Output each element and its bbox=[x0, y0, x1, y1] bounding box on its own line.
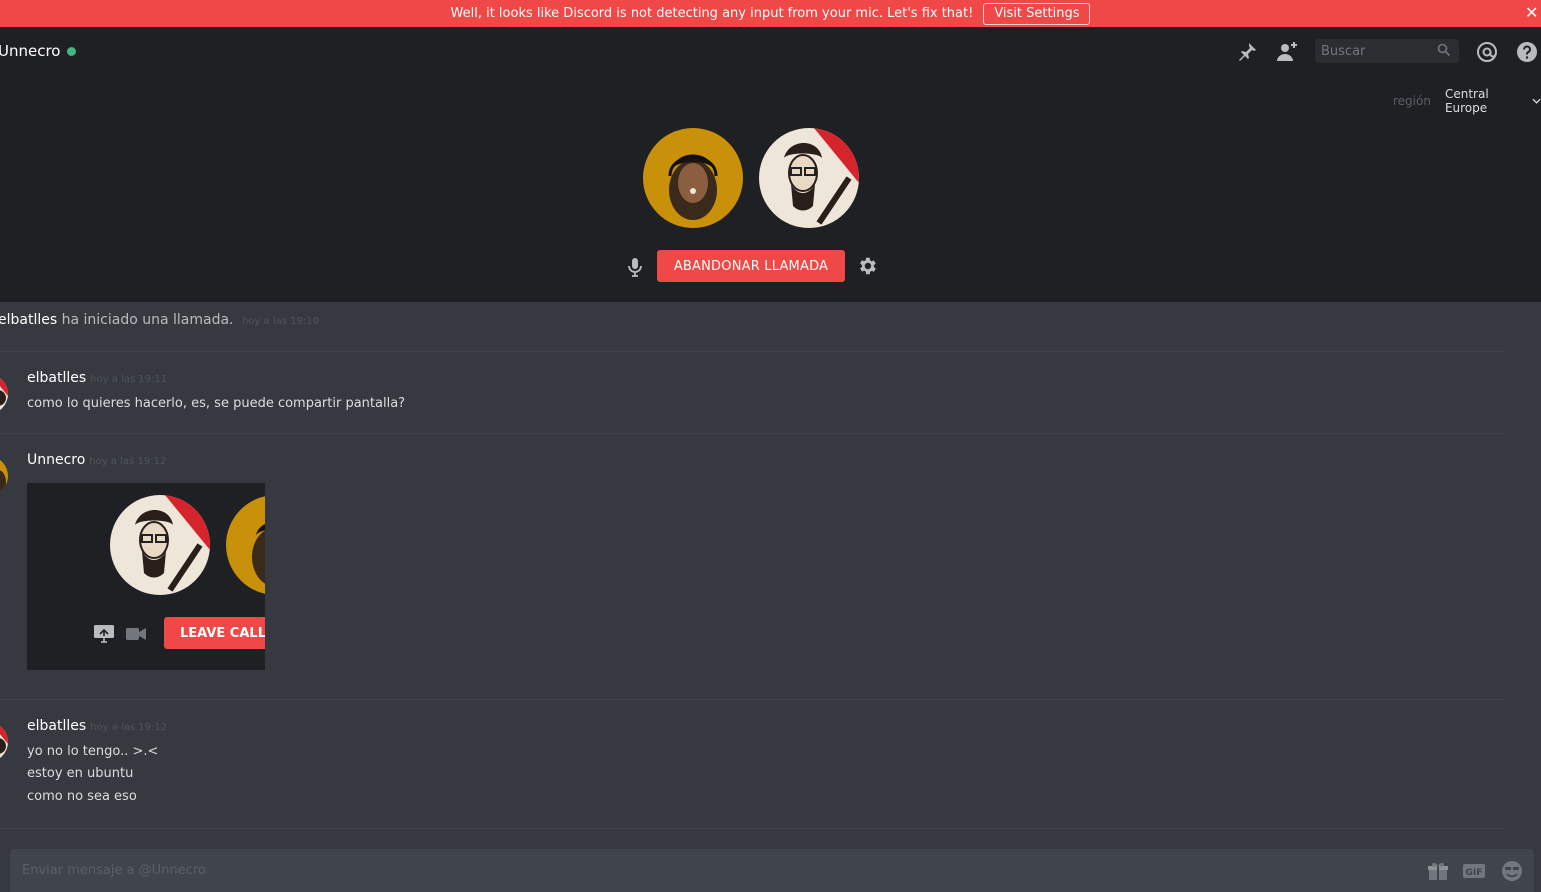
microphone-icon[interactable] bbox=[624, 256, 646, 278]
message-header: elbatlles hoy a las 19:12 bbox=[27, 718, 167, 734]
message-divider bbox=[0, 433, 1505, 434]
timestamp: hoy a las 19:10 bbox=[241, 316, 319, 327]
search-icon bbox=[1437, 43, 1451, 57]
video-camera-icon[interactable] bbox=[126, 627, 146, 641]
call-started-message: elbatlles ha iniciado una llamada. hoy a… bbox=[0, 312, 319, 328]
timestamp: hoy a las 19:11 bbox=[90, 374, 168, 385]
gift-icon[interactable] bbox=[1427, 860, 1449, 882]
add-friend-icon[interactable] bbox=[1275, 40, 1299, 64]
mention-icon[interactable] bbox=[1475, 40, 1499, 64]
message-text: estoy en ubuntu bbox=[27, 766, 134, 781]
gif-icon[interactable]: GIF bbox=[1463, 860, 1485, 882]
visit-settings-button[interactable]: Visit Settings bbox=[983, 2, 1091, 25]
message-text: como lo quieres hacerlo, es, se puede co… bbox=[27, 396, 406, 411]
system-message-text: ha iniciado una llamada. bbox=[61, 312, 234, 328]
call-embed: LEAVE CALL bbox=[27, 483, 265, 670]
chevron-down-icon bbox=[1532, 98, 1541, 104]
emoji-icon[interactable] bbox=[1501, 860, 1523, 882]
avatar-image bbox=[226, 495, 265, 595]
mic-warning-text: Well, it looks like Discord is not detec… bbox=[450, 6, 974, 21]
online-status-indicator bbox=[67, 46, 77, 56]
avatar[interactable] bbox=[0, 722, 8, 762]
avatar-image bbox=[643, 128, 743, 228]
channel-title: Unnecro bbox=[0, 42, 77, 60]
embed-avatar-elbatlles bbox=[110, 495, 210, 595]
avatar-image bbox=[0, 374, 8, 414]
message-input[interactable] bbox=[10, 849, 1410, 892]
help-icon[interactable] bbox=[1515, 40, 1539, 64]
avatar-image bbox=[110, 495, 210, 595]
region-value: Central Europe bbox=[1444, 87, 1489, 115]
avatar[interactable] bbox=[0, 456, 8, 496]
avatar[interactable] bbox=[0, 374, 8, 414]
pin-icon[interactable] bbox=[1235, 40, 1259, 64]
region-selector: región Central Europe bbox=[1393, 87, 1541, 115]
message-group: elbatlles hoy a las 19:11 como lo quiere… bbox=[0, 370, 1505, 430]
close-icon[interactable]: ✕ bbox=[1525, 3, 1539, 23]
message-list: elbatlles ha iniciado una llamada. hoy a… bbox=[0, 302, 1541, 849]
leave-call-button[interactable]: ABANDONAR LLAMADA bbox=[657, 250, 845, 282]
search-input[interactable] bbox=[1315, 39, 1433, 63]
message-divider bbox=[0, 351, 1505, 352]
avatar-image bbox=[0, 456, 8, 496]
voice-call-panel: Unnecro Buscar región Central Europe ABA… bbox=[0, 27, 1541, 302]
avatar-image bbox=[759, 128, 859, 228]
message-author[interactable]: elbatlles bbox=[27, 370, 86, 386]
embed-avatar-unnecro bbox=[226, 495, 265, 595]
message-author[interactable]: elbatlles bbox=[27, 718, 86, 734]
participant-avatar-elbatlles[interactable] bbox=[759, 128, 859, 228]
message-text: como no sea eso bbox=[27, 789, 137, 804]
message-divider bbox=[0, 699, 1505, 700]
system-message-author[interactable]: elbatlles bbox=[0, 312, 57, 328]
region-dropdown[interactable]: Central Europe bbox=[1445, 87, 1541, 115]
message-text: yo no lo tengo.. >.< bbox=[27, 744, 159, 759]
search-box[interactable] bbox=[1315, 39, 1459, 63]
timestamp: hoy a las 19:12 bbox=[90, 722, 168, 733]
timestamp: hoy a las 19:12 bbox=[89, 456, 167, 467]
participant-avatar-unnecro[interactable] bbox=[643, 128, 743, 228]
svg-text:GIF: GIF bbox=[1466, 868, 1483, 878]
message-author[interactable]: Unnecro bbox=[27, 452, 85, 468]
channel-header: Unnecro bbox=[0, 27, 1541, 77]
screen-share-icon[interactable] bbox=[93, 624, 115, 644]
mic-warning-banner: Well, it looks like Discord is not detec… bbox=[0, 0, 1541, 27]
message-group: elbatlles hoy a las 19:12 yo no lo tengo… bbox=[0, 718, 1505, 828]
channel-name: Unnecro bbox=[0, 42, 61, 60]
message-divider bbox=[0, 828, 1505, 829]
embed-leave-call-button[interactable]: LEAVE CALL bbox=[164, 617, 265, 649]
message-header: Unnecro hoy a las 19:12 bbox=[27, 452, 166, 468]
region-label: región bbox=[1393, 94, 1431, 108]
message-header: elbatlles hoy a las 19:11 bbox=[27, 370, 167, 386]
gear-icon[interactable] bbox=[856, 255, 878, 277]
avatar-image bbox=[0, 722, 8, 762]
message-composer: GIF bbox=[10, 849, 1534, 892]
